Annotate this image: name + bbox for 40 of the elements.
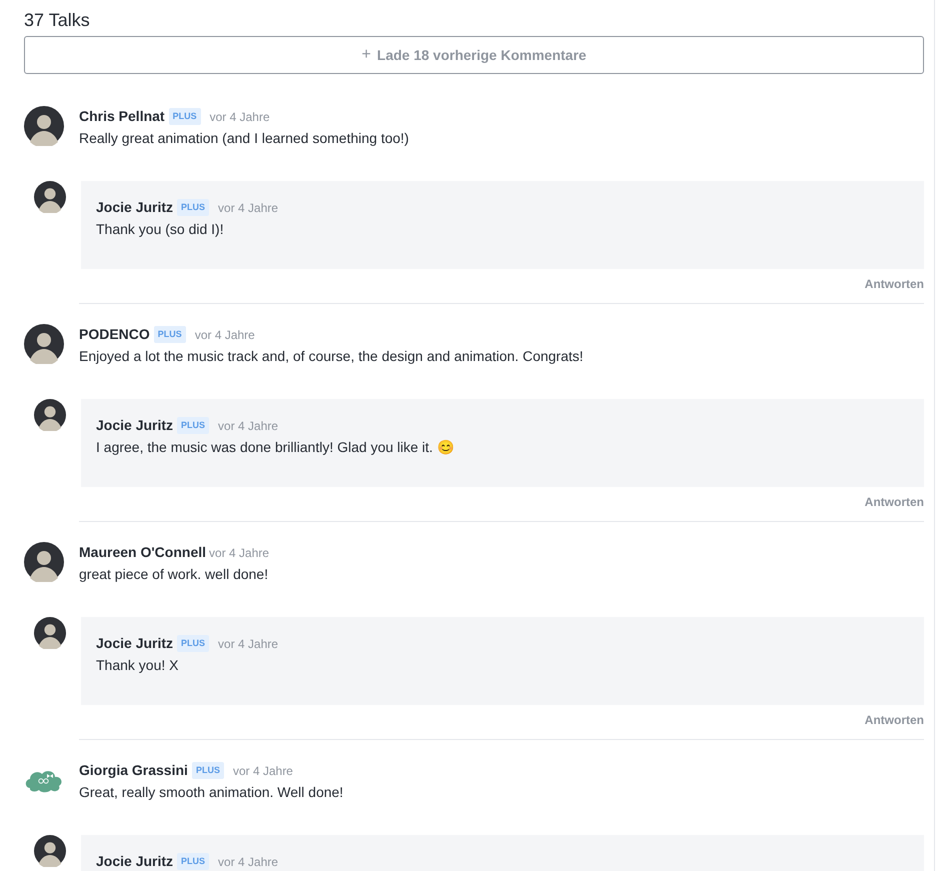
avatar xyxy=(34,181,66,213)
author-name: Jocie Juritz xyxy=(96,852,174,871)
timestamp: vor 4 Jahre xyxy=(210,108,270,126)
comment-text: Great, really smooth animation. Well done! xyxy=(79,783,344,802)
author-name: Giorgia Grassini xyxy=(79,761,188,780)
reply-button[interactable]: Antworten xyxy=(864,711,924,729)
reply-button[interactable]: Antworten xyxy=(864,275,924,293)
timestamp: vor 4 Jahre xyxy=(209,544,270,562)
plus-badge: PLUS xyxy=(177,634,210,652)
comment-text: Thank you (so did I)! xyxy=(96,220,225,239)
author-name: Jocie Juritz xyxy=(96,634,174,653)
plus-icon: + xyxy=(362,43,372,67)
comment-text: I agree, the music was done brilliantly! Glad you like it. 😊 xyxy=(96,438,455,457)
comment-text: Really great animation (and I learned something too!) xyxy=(79,129,409,148)
author-name: Jocie Juritz xyxy=(96,198,174,217)
plus-badge: PLUS xyxy=(177,416,210,434)
author-name: Jocie Juritz xyxy=(96,416,174,435)
author-name: Maureen O'Connell xyxy=(79,543,206,562)
avatar xyxy=(34,617,66,649)
plus-badge: PLUS xyxy=(177,198,210,216)
load-more-button[interactable]: + Lade 18 vorherige Kommentare xyxy=(24,36,924,74)
timestamp: vor 4 Jahre xyxy=(218,636,278,652)
plus-badge: PLUS xyxy=(154,326,186,344)
section-heading: 37 Talks xyxy=(24,9,91,31)
avatar xyxy=(34,399,66,431)
plus-badge: PLUS xyxy=(168,108,201,126)
author-name: Chris Pellnat xyxy=(79,107,165,126)
comment-text: great piece of work. well done! xyxy=(79,565,270,584)
plus-badge: PLUS xyxy=(177,852,210,870)
plus-badge: PLUS xyxy=(192,762,224,780)
author-name: PODENCO xyxy=(79,325,150,344)
timestamp: vor 4 Jahre xyxy=(218,854,278,870)
timestamp: vor 4 Jahre xyxy=(194,326,255,344)
timestamp: vor 4 Jahre xyxy=(218,418,278,434)
comment-text: Enjoyed a lot the music track and, of course, the design and animation. Congrats! xyxy=(79,347,584,366)
timestamp: vor 4 Jahre xyxy=(232,762,293,780)
comment-text: Thank you! X xyxy=(96,656,180,675)
timestamp: vor 4 Jahre xyxy=(218,200,278,216)
avatar xyxy=(34,835,66,867)
reply-button[interactable]: Antworten xyxy=(864,493,924,511)
